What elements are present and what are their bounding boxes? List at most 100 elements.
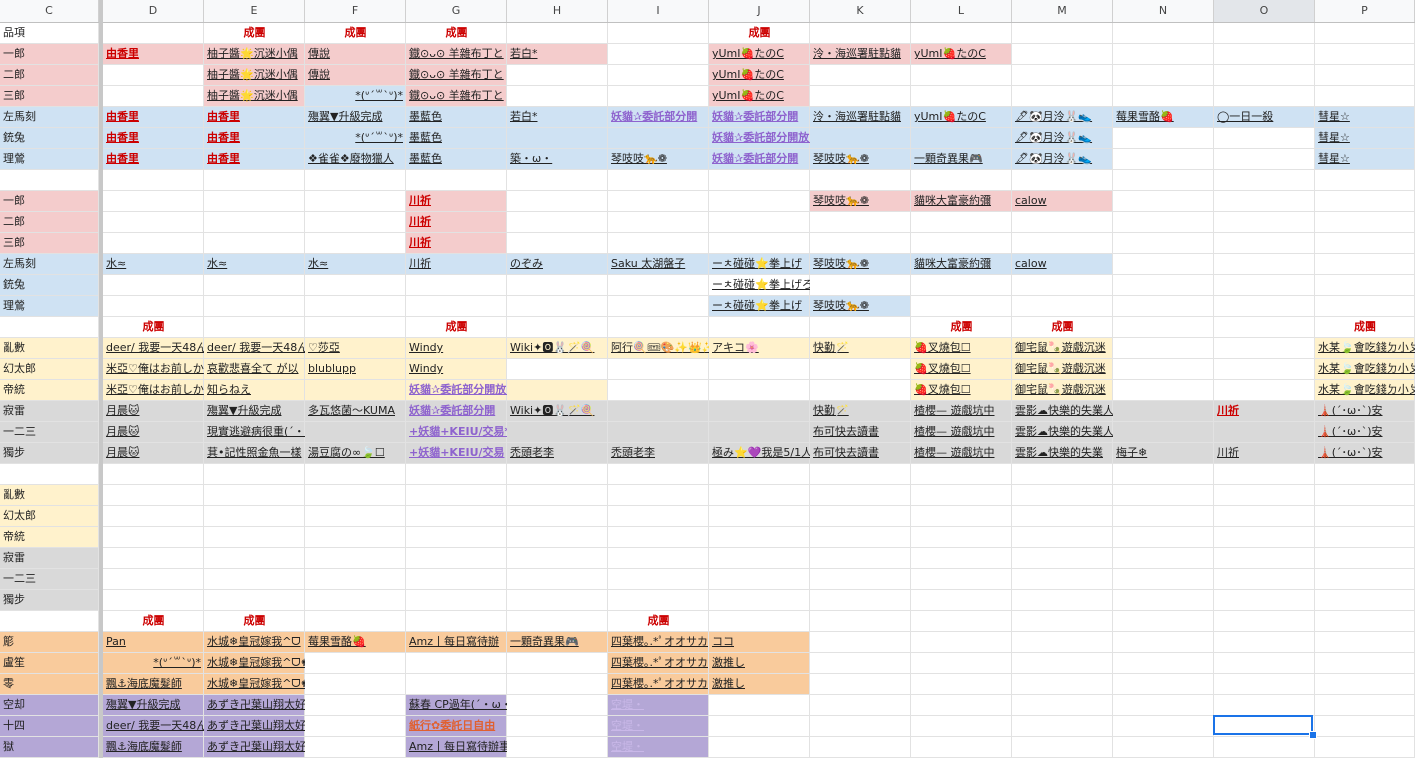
grid-cell[interactable] xyxy=(1113,149,1214,170)
participant-cell[interactable]: 🍓叉燒包☐ xyxy=(911,338,1012,359)
grid-cell[interactable] xyxy=(608,506,709,527)
participant-cell[interactable]: 空堤・ xyxy=(608,737,709,758)
grid-cell[interactable] xyxy=(0,611,99,632)
grid-cell[interactable] xyxy=(305,191,406,212)
participant-cell[interactable]: 若白* xyxy=(507,44,608,65)
grid-cell[interactable] xyxy=(1214,233,1315,254)
grid-cell[interactable] xyxy=(1214,44,1315,65)
participant-cell[interactable]: 水某🍃會吃錢ㄉ小ㄆ xyxy=(1315,338,1415,359)
grid-cell[interactable] xyxy=(810,65,911,86)
grid-cell[interactable] xyxy=(709,317,810,338)
participant-cell[interactable]: ーㅊ碰碰⭐拳上げ xyxy=(709,296,810,317)
grid-cell[interactable] xyxy=(1113,548,1214,569)
grid-cell[interactable] xyxy=(1113,380,1214,401)
grid-cell[interactable] xyxy=(1315,485,1415,506)
grid-cell[interactable] xyxy=(406,611,507,632)
participant-cell[interactable]: 阿行🍭🎟🎨✨👑✨ xyxy=(608,338,709,359)
grid-cell[interactable] xyxy=(1315,737,1415,758)
participant-cell[interactable]: 一顆奇異果🎮 xyxy=(911,149,1012,170)
participant-cell[interactable]: 傳說 xyxy=(305,65,406,86)
grid-cell[interactable] xyxy=(1012,527,1113,548)
participant-cell[interactable]: のぞみ xyxy=(507,254,608,275)
grid-cell[interactable] xyxy=(1012,506,1113,527)
grid-cell[interactable] xyxy=(810,590,911,611)
grid-cell[interactable] xyxy=(608,464,709,485)
grid-cell[interactable] xyxy=(709,380,810,401)
grid-cell[interactable] xyxy=(709,716,810,737)
grid-cell[interactable] xyxy=(507,527,608,548)
grid-cell[interactable] xyxy=(1214,359,1315,380)
grid-cell[interactable] xyxy=(810,674,911,695)
grid-cell[interactable] xyxy=(911,275,1012,296)
grid-cell[interactable] xyxy=(810,632,911,653)
participant-cell[interactable]: 水≈ xyxy=(305,254,406,275)
grid-cell[interactable] xyxy=(1214,170,1315,191)
grid-cell[interactable] xyxy=(406,170,507,191)
participant-cell[interactable]: 萁•記性照金魚一樣 xyxy=(204,443,305,464)
grid-cell[interactable] xyxy=(0,317,99,338)
grid-cell[interactable] xyxy=(911,674,1012,695)
grid-cell[interactable] xyxy=(1315,275,1415,296)
participant-cell[interactable]: 川祈 xyxy=(406,191,507,212)
grid-cell[interactable] xyxy=(103,527,204,548)
grid-cell[interactable] xyxy=(204,506,305,527)
participant-cell[interactable]: 鐡⊙ᴗ⊙ 羊雜布丁と xyxy=(406,86,507,107)
grid-cell[interactable] xyxy=(507,485,608,506)
participant-cell[interactable]: +妖貓+KEIU/交易*情報噗 xyxy=(406,422,507,443)
grid-cell[interactable] xyxy=(1214,611,1315,632)
grid-cell[interactable] xyxy=(1012,632,1113,653)
grid-cell[interactable] xyxy=(1113,506,1214,527)
grid-cell[interactable] xyxy=(305,170,406,191)
grid-cell[interactable] xyxy=(1315,506,1415,527)
participant-cell[interactable]: 快勤🪄 xyxy=(810,338,911,359)
grid-cell[interactable] xyxy=(1214,632,1315,653)
participant-cell[interactable]: 由香里 xyxy=(103,107,204,128)
selected-cell[interactable] xyxy=(1213,715,1313,735)
participant-cell[interactable]: 琴吱吱🐆❁ xyxy=(608,149,709,170)
participant-cell[interactable]: 現實逃避病很重(ˊ・ω・ˋ) xyxy=(204,422,305,443)
grid-cell[interactable] xyxy=(709,212,810,233)
participant-cell[interactable]: 妖貓✰委託部分開放ゝω･) xyxy=(406,380,507,401)
grid-cell[interactable] xyxy=(1113,716,1214,737)
grid-cell[interactable] xyxy=(406,464,507,485)
participant-cell[interactable]: 楂櫻— 遊戲坑中 xyxy=(911,422,1012,443)
participant-cell[interactable]: 月晨🐱 xyxy=(103,422,204,443)
participant-cell[interactable]: 雲影☁快樂的失業人口 xyxy=(1012,401,1113,422)
grid-cell[interactable] xyxy=(204,569,305,590)
participant-cell[interactable]: 妖貓✰委託部分開 xyxy=(608,107,709,128)
grid-cell[interactable] xyxy=(1214,590,1315,611)
grid-cell[interactable] xyxy=(608,380,709,401)
grid-cell[interactable] xyxy=(1012,275,1113,296)
grid-cell[interactable] xyxy=(1315,569,1415,590)
grid-cell[interactable] xyxy=(709,590,810,611)
grid-cell[interactable] xyxy=(709,464,810,485)
grid-cell[interactable] xyxy=(810,506,911,527)
grid-cell[interactable] xyxy=(1214,296,1315,317)
grid-cell[interactable] xyxy=(1214,65,1315,86)
participant-cell[interactable]: 楂櫻— 遊戲坑中 xyxy=(911,443,1012,464)
grid-cell[interactable] xyxy=(1315,632,1415,653)
participant-cell[interactable]: 水城❄皇冠嫁我^ᗜ xyxy=(204,632,305,653)
grid-cell[interactable] xyxy=(810,170,911,191)
grid-cell[interactable] xyxy=(709,422,810,443)
grid-cell[interactable] xyxy=(305,569,406,590)
column-header-i[interactable]: I xyxy=(608,0,709,22)
grid-cell[interactable] xyxy=(0,464,99,485)
grid-cell[interactable] xyxy=(911,527,1012,548)
grid-cell[interactable] xyxy=(608,170,709,191)
participant-cell[interactable]: yUmI🍓たのC xyxy=(709,65,810,86)
grid-cell[interactable] xyxy=(305,674,406,695)
grid-cell[interactable] xyxy=(608,527,709,548)
grid-cell[interactable] xyxy=(1315,86,1415,107)
column-header-f[interactable]: F xyxy=(305,0,406,22)
grid-cell[interactable] xyxy=(204,233,305,254)
grid-cell[interactable] xyxy=(1315,611,1415,632)
participant-cell[interactable]: 殤翼▼升級完成 xyxy=(204,401,305,422)
grid-cell[interactable] xyxy=(911,716,1012,737)
grid-cell[interactable] xyxy=(1214,380,1315,401)
grid-cell[interactable] xyxy=(305,695,406,716)
participant-cell[interactable]: 殤翼▼升級完成 xyxy=(103,695,204,716)
grid-cell[interactable] xyxy=(810,233,911,254)
participant-cell[interactable]: Saku 太湖盤子 xyxy=(608,254,709,275)
participant-cell[interactable]: 空堤・ xyxy=(608,716,709,737)
